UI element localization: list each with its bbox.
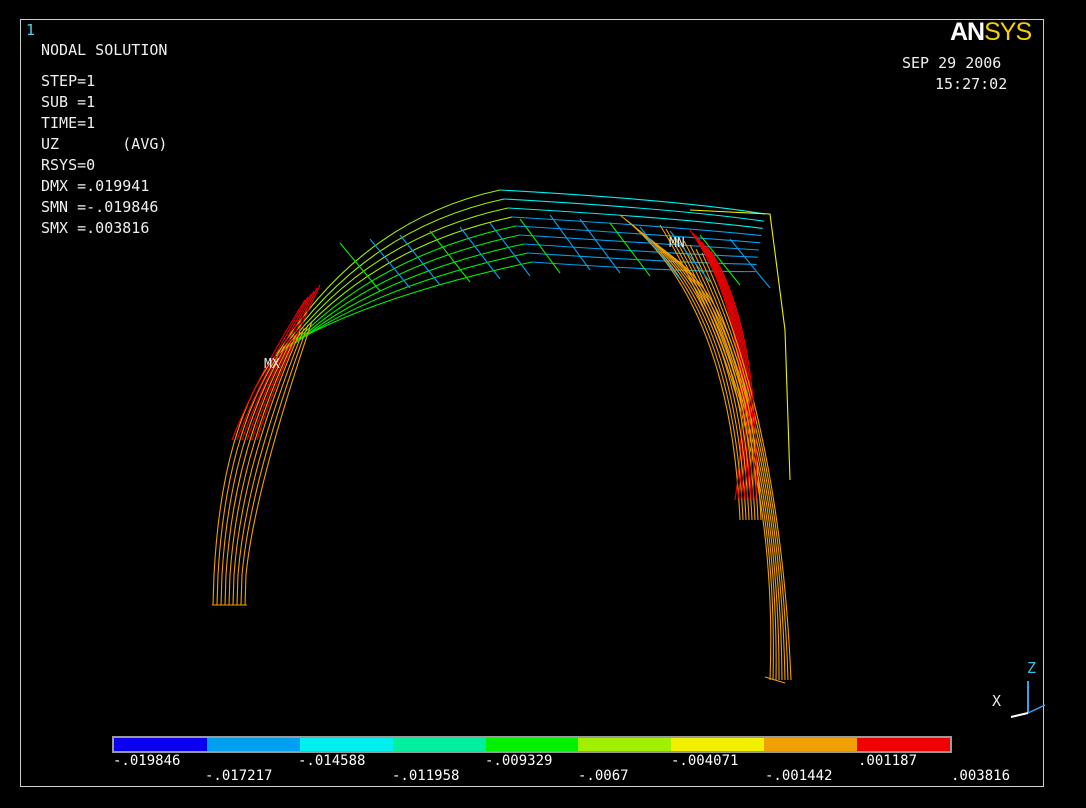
mesh-line — [519, 234, 760, 251]
legend-label: -.017217 — [205, 768, 273, 784]
min-marker: MN — [669, 236, 685, 251]
legend-color-band — [206, 738, 300, 751]
legend-color-band — [578, 738, 672, 751]
triad-x-label: X — [992, 692, 1002, 710]
mesh-line — [429, 230, 471, 283]
legend-color-band — [299, 738, 393, 751]
mesh-line — [549, 214, 591, 271]
legend-label: -.019846 — [113, 753, 181, 769]
max-marker: MX — [264, 357, 280, 372]
mesh-line — [489, 222, 531, 277]
legend-label: -.011958 — [392, 768, 460, 784]
legend-label: -.0067 — [578, 768, 629, 784]
legend-color-band — [857, 738, 951, 751]
legend-label: .001187 — [858, 753, 918, 769]
legend-color-band — [764, 738, 858, 751]
mesh-line — [339, 242, 381, 292]
mesh-line — [295, 234, 521, 343]
mesh-line — [307, 261, 533, 335]
mesh-line — [511, 216, 762, 237]
mesh-line — [625, 219, 744, 521]
mesh-line — [299, 243, 525, 341]
deformed-mesh-plot[interactable] — [0, 0, 1086, 808]
legend-label: -.009329 — [485, 753, 553, 769]
contour-legend-bar — [112, 736, 952, 753]
legend-color-band — [671, 738, 765, 751]
legend-color-band — [114, 738, 207, 751]
mesh-line — [303, 252, 529, 338]
legend-label: -.004071 — [671, 753, 739, 769]
legend-label: .003816 — [951, 768, 1011, 784]
axis-triad: Z X — [985, 655, 1055, 725]
triad-z-label: Z — [1027, 659, 1037, 677]
legend-color-band — [392, 738, 486, 751]
legend-color-band — [485, 738, 579, 751]
mesh-line — [515, 225, 761, 244]
legend-label: -.001442 — [765, 768, 833, 784]
triad-icon — [1010, 681, 1046, 718]
legend-label: -.014588 — [298, 753, 366, 769]
